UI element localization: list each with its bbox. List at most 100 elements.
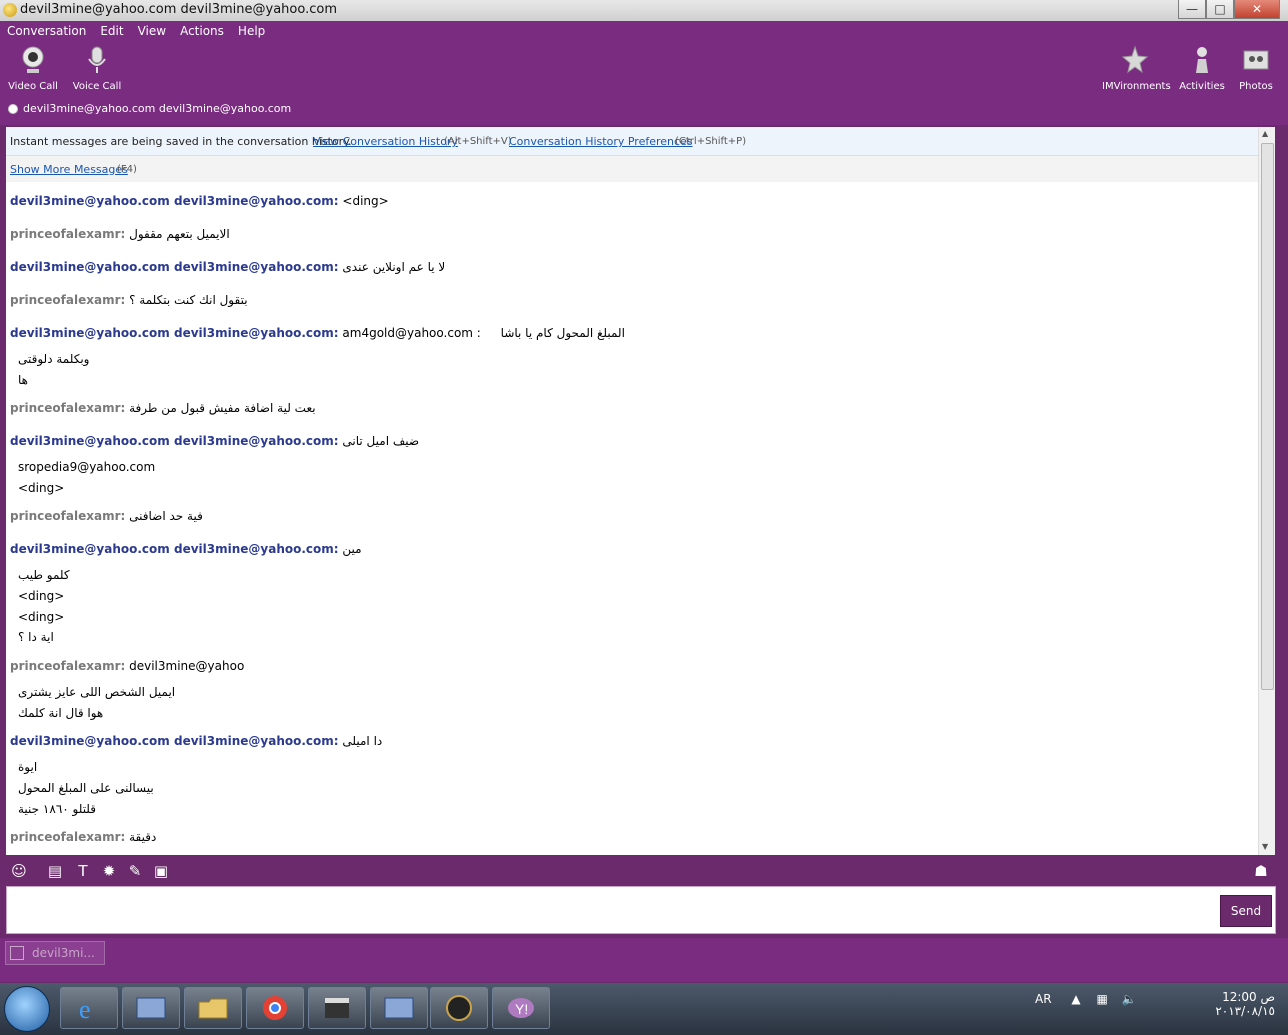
imvironments-button[interactable]: IMVironments (1102, 45, 1171, 92)
message-line: devil3mine@yahoo.com devil3mine@yahoo.co… (10, 260, 445, 274)
folder-icon (198, 998, 228, 1019)
message-line: devil3mine@yahoo.com devil3mine@yahoo.co… (10, 326, 625, 340)
taskbar-messenger[interactable]: Y! (492, 987, 550, 1029)
webcam-icon (22, 46, 44, 73)
show-more-hint: (F4) (117, 164, 137, 175)
game-emblem-icon (446, 995, 472, 1021)
close-button[interactable]: ✕ (1234, 0, 1280, 19)
message-line: princeofalexamr: الايميل بتعهم مقفول (10, 227, 230, 241)
history-info-bar: Instant messages are being saved in the … (6, 127, 1258, 156)
message-text: am4gold@yahoo.com : (342, 326, 481, 340)
taskbar-media[interactable] (308, 987, 366, 1029)
message-continuation: هوا قال انة كلمك (18, 706, 104, 720)
message-text: فية حد اضافنى (129, 509, 203, 523)
emoticon-icon[interactable]: ☺ (10, 862, 28, 880)
message-continuation: ايميل الشخص اللى عايز يشترى (18, 685, 176, 699)
show-more-link[interactable]: Show More Messages (10, 163, 128, 176)
input-language[interactable]: AR (1035, 992, 1052, 1006)
scroll-down-icon[interactable]: ▼ (1262, 842, 1268, 851)
history-preferences-link[interactable]: Conversation History Preferences (509, 135, 693, 148)
clock[interactable]: 12:00 ص ٢٠١٣/٠٨/١٥ (1195, 990, 1275, 1018)
message-line: princeofalexamr: بتقول انك كنت بتكلمة ؟ (10, 293, 248, 307)
message-line: princeofalexamr: بعت لية اضافة مفيش قبول… (10, 401, 316, 415)
message-continuation: <ding> (18, 589, 65, 603)
view-history-hint: (Alt+Shift+V) (444, 136, 512, 147)
conversation-tab-label: devil3mi... (32, 946, 95, 960)
maximize-button[interactable]: □ (1206, 0, 1234, 19)
message-sender: devil3mine@yahoo.com devil3mine@yahoo.co… (10, 260, 339, 274)
contact-info-icon[interactable]: ☗ (1252, 862, 1270, 880)
clock-time: 12:00 ص (1222, 990, 1275, 1004)
send-button[interactable]: Send (1220, 895, 1272, 927)
message-text: دا اميلى (342, 734, 383, 748)
photos-icon (1243, 50, 1269, 70)
contact-name: devil3mine@yahoo.com devil3mine@yahoo.co… (23, 102, 292, 115)
menu-help[interactable]: Help (231, 21, 272, 41)
composer-toolbar: ☺ ▤ T ✹ ✎ ▣ ☗ (6, 858, 1274, 884)
insert-picture-icon[interactable]: ▣ (152, 862, 170, 880)
activities-icon (1196, 47, 1208, 73)
taskbar-game[interactable] (430, 987, 488, 1029)
start-button[interactable] (4, 986, 50, 1032)
window-title: devil3mine@yahoo.com devil3mine@yahoo.co… (20, 2, 337, 17)
menu-view[interactable]: View (131, 21, 173, 41)
message-input[interactable] (6, 886, 1276, 934)
title-bar: devil3mine@yahoo.com devil3mine@yahoo.co… (0, 0, 1288, 22)
buzz-icon[interactable]: ✹ (100, 862, 118, 880)
taskbar-ie[interactable]: e (60, 987, 118, 1029)
video-call-button[interactable]: Video Call (8, 45, 58, 92)
message-text: مين (342, 542, 362, 556)
app-window-icon (384, 997, 414, 1019)
message-text: ضيف اميل تانى (342, 434, 420, 448)
message-sender: princeofalexamr: (10, 509, 126, 523)
activities-button[interactable]: Activities (1178, 45, 1226, 92)
conversation-scrollbar[interactable]: ▲ ▼ (1258, 127, 1275, 855)
message-line: devil3mine@yahoo.com devil3mine@yahoo.co… (10, 434, 419, 448)
photos-button[interactable]: Photos (1236, 45, 1276, 92)
imvironments-label: IMVironments (1102, 81, 1171, 92)
scroll-up-icon[interactable]: ▲ (1262, 129, 1268, 138)
message-continuation: بيسالنى على المبلغ المحول (18, 781, 154, 795)
message-continuation: كلمو طيب (18, 568, 70, 582)
menu-actions[interactable]: Actions (173, 21, 231, 41)
message-sender: princeofalexamr: (10, 830, 126, 844)
tray-arrow-icon[interactable]: ▲ (1071, 992, 1080, 1006)
history-info-text: Instant messages are being saved in the … (10, 135, 352, 148)
taskbar-explorer[interactable] (184, 987, 242, 1029)
message-line: princeofalexamr: devil3mine@yahoo (10, 659, 244, 673)
taskbar-app-2[interactable] (370, 987, 428, 1029)
history-preferences-hint: (Ctrl+Shift+P) (675, 136, 747, 147)
message-continuation: ايوة (18, 760, 38, 774)
message-continuation: قلتلو ١٨٦٠ جنية (18, 802, 97, 816)
conversation-pane[interactable]: Instant messages are being saved in the … (6, 127, 1258, 855)
microphone-icon (88, 46, 106, 73)
network-icon[interactable]: ▦ (1096, 992, 1107, 1006)
doodle-icon[interactable]: ✎ (126, 862, 144, 880)
activities-label: Activities (1179, 81, 1225, 92)
tab-icon (10, 946, 24, 960)
message-line: princeofalexamr: فية حد اضافنى (10, 509, 203, 523)
audible-icon[interactable]: ▤ (46, 862, 64, 880)
message-text: لا يا عم اونلاين عندى (342, 260, 446, 274)
media-clapper-icon (325, 998, 349, 1018)
view-history-link[interactable]: View Conversation History (313, 135, 458, 148)
message-sender: princeofalexamr: (10, 293, 126, 307)
volume-icon[interactable]: 🔈 (1122, 992, 1137, 1006)
imvironments-icon (1121, 45, 1149, 74)
menu-edit[interactable]: Edit (93, 21, 130, 41)
taskbar-app-1[interactable] (122, 987, 180, 1029)
font-icon[interactable]: T (74, 862, 92, 880)
menu-bar: Conversation Edit View Actions Help (0, 21, 272, 41)
message-line: princeofalexamr: دقيقة (10, 830, 156, 844)
taskbar-chrome[interactable] (246, 987, 304, 1029)
message-continuation: <ding> (18, 481, 65, 495)
message-sender: princeofalexamr: (10, 401, 126, 415)
voice-call-button[interactable]: Voice Call (72, 45, 122, 92)
messenger-app-icon (3, 3, 17, 17)
minimize-button[interactable]: — (1178, 0, 1206, 19)
scroll-thumb[interactable] (1261, 143, 1274, 690)
message-continuation: sropedia9@yahoo.com (18, 460, 156, 474)
menu-conversation[interactable]: Conversation (0, 21, 93, 41)
video-call-label: Video Call (8, 81, 58, 92)
conversation-tab[interactable]: devil3mi... (5, 941, 105, 965)
